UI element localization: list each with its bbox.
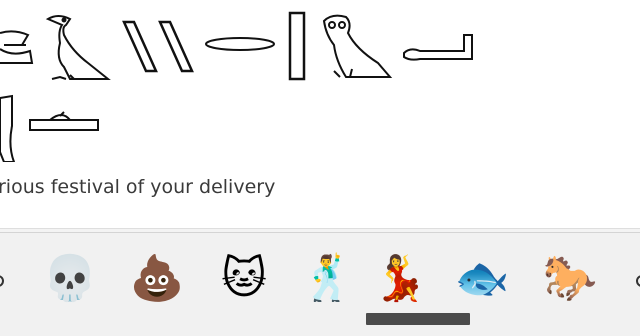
message-card: rious festival of your delivery xyxy=(0,0,640,229)
message-text: rious festival of your delivery xyxy=(0,176,276,198)
reed-and-water-glyph xyxy=(0,30,34,64)
horse-emoji[interactable]: 🐎 xyxy=(540,251,600,307)
pile-of-poo-emoji[interactable]: 💩 xyxy=(127,251,187,307)
partial-emoji-left[interactable] xyxy=(0,271,6,291)
cat-face-emoji[interactable]: 🐱 xyxy=(214,251,274,307)
double-stroke-glyph xyxy=(122,20,194,73)
knife-glyph xyxy=(0,94,16,162)
mouth-glyph xyxy=(205,37,275,51)
man-dancing-emoji[interactable]: 🕺 xyxy=(298,251,358,307)
emoji-suggestion-bar: 💀 💩 🐱 🕺 💃 🐟 🐎 xyxy=(0,232,640,336)
woman-dancing-emoji[interactable]: 💃 xyxy=(370,251,430,307)
bread-loaf-glyph xyxy=(29,111,99,131)
scroll-thumb[interactable] xyxy=(366,313,470,325)
hieroglyph-line-2 xyxy=(0,94,99,162)
arm-glyph xyxy=(403,34,473,61)
fish-emoji[interactable]: 🐟 xyxy=(452,251,512,307)
vulture-glyph xyxy=(45,15,111,80)
hieroglyph-line-1 xyxy=(0,11,473,81)
skull-emoji[interactable]: 💀 xyxy=(40,251,100,307)
single-stroke-glyph xyxy=(288,11,306,81)
owl-glyph xyxy=(322,14,393,78)
partial-emoji-right[interactable] xyxy=(634,271,640,291)
